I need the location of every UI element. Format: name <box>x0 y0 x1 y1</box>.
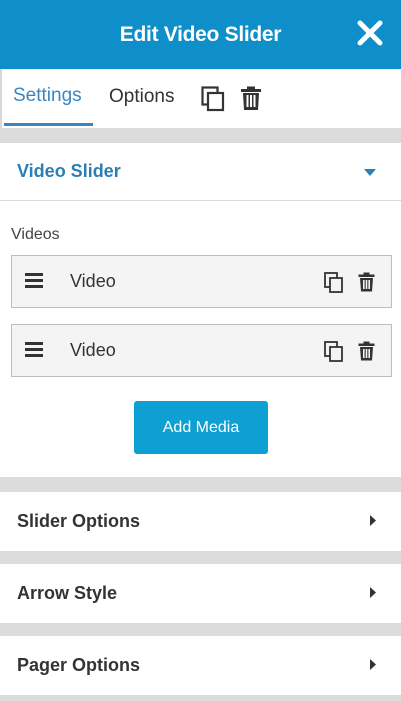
close-icon[interactable] <box>355 18 385 48</box>
section-title: Pager Options <box>17 655 141 675</box>
copy-icon[interactable] <box>324 272 344 298</box>
arrow-style-section-header[interactable]: Arrow Style <box>0 564 401 623</box>
video-list-item[interactable]: Video <box>11 255 392 308</box>
caret-down-icon <box>363 161 377 182</box>
slider-options-section-header[interactable]: Slider Options <box>0 492 401 551</box>
drag-handle-icon[interactable] <box>25 342 45 363</box>
divider <box>0 128 401 143</box>
caret-right-icon <box>369 583 377 604</box>
video-item-label: Video <box>70 271 116 291</box>
divider <box>0 551 401 564</box>
tab-bar: Settings Options <box>0 69 401 128</box>
section-title: Slider Options <box>17 511 141 531</box>
caret-right-icon <box>369 655 377 676</box>
section-title: Video Slider <box>17 161 121 181</box>
trash-icon[interactable] <box>358 341 375 366</box>
video-list-item[interactable]: Video <box>11 324 392 377</box>
videos-label: Videos <box>11 226 60 243</box>
section-title: Arrow Style <box>17 583 118 603</box>
tab-settings[interactable]: Settings <box>4 69 93 126</box>
video-slider-panel: Videos Video Video Add Media <box>0 201 401 477</box>
dialog-title: Edit Video Slider <box>119 22 282 46</box>
video-slider-section-header[interactable]: Video Slider <box>0 143 401 201</box>
trash-icon[interactable] <box>358 272 375 297</box>
copy-icon[interactable] <box>201 86 225 112</box>
dialog-header: Edit Video Slider <box>0 0 401 69</box>
divider <box>0 695 401 701</box>
divider <box>0 623 401 636</box>
trash-icon[interactable] <box>240 86 262 111</box>
copy-icon[interactable] <box>324 341 344 367</box>
drag-handle-icon[interactable] <box>25 273 45 294</box>
add-media-button[interactable]: Add Media <box>134 401 268 454</box>
divider <box>0 477 401 492</box>
pager-options-section-header[interactable]: Pager Options <box>0 636 401 695</box>
tab-options[interactable]: Options <box>109 69 174 125</box>
caret-right-icon <box>369 511 377 532</box>
video-item-label: Video <box>70 340 116 360</box>
